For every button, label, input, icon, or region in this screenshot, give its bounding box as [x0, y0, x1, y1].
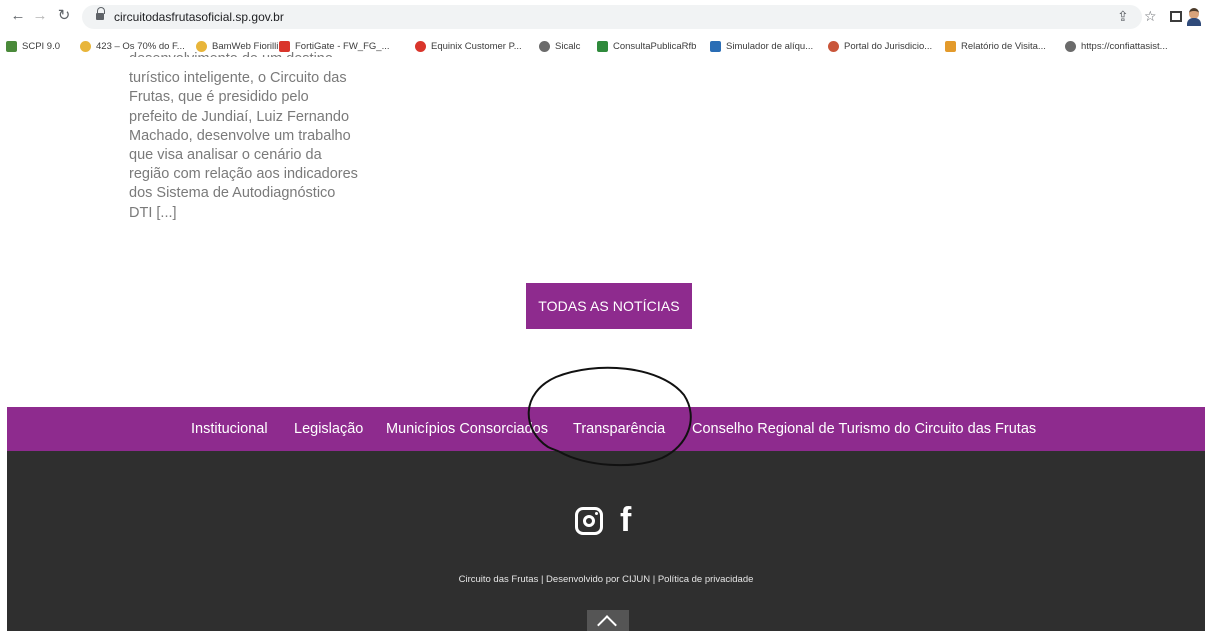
bookmark-item[interactable]: SCPI 9.0 [6, 38, 60, 54]
share-icon[interactable]: ⇪ [1117, 6, 1129, 26]
bookmark-item[interactable]: Relatório de Visita... [945, 38, 1046, 54]
footer-nav-legislacao[interactable]: Legislação [294, 421, 363, 437]
address-bar-row: ← → ↻ circuitodasfrutasoficial.sp.gov.br… [0, 0, 1205, 34]
instagram-icon[interactable] [575, 507, 603, 535]
back-arrow-icon[interactable]: ← [8, 6, 28, 26]
site-footer [7, 451, 1205, 631]
bookmark-favicon-icon [597, 40, 608, 52]
bookmark-favicon-icon [710, 40, 721, 52]
footer-nav-municipios[interactable]: Municípios Consorciados [386, 421, 548, 437]
forward-arrow-icon[interactable]: → [30, 6, 50, 26]
bookmark-favicon-icon [80, 40, 91, 52]
back-to-top-button[interactable] [587, 610, 629, 631]
news-excerpt: desenvolvimento de um destino turístico … [129, 51, 358, 221]
lock-icon [96, 7, 105, 21]
bookmark-favicon-icon [945, 40, 956, 52]
globe-icon [1065, 40, 1076, 52]
viewport-top-edge [0, 57, 1205, 64]
side-panel-icon[interactable] [1170, 11, 1182, 22]
footer-nav-bar: Institucional Legislação Municípios Cons… [7, 407, 1205, 451]
bookmark-item[interactable]: ConsultaPublicaRfb [597, 38, 696, 54]
bookmark-item[interactable]: Sicalc [539, 38, 580, 54]
footer-nav-transparencia[interactable]: Transparência [573, 421, 665, 437]
url-text: circuitodasfrutasoficial.sp.gov.br [114, 10, 284, 24]
globe-icon [539, 40, 550, 52]
bookmark-item[interactable]: Portal do Jurisdicio... [828, 38, 932, 54]
footer-nav-institucional[interactable]: Institucional [191, 421, 268, 437]
address-bar[interactable]: circuitodasfrutasoficial.sp.gov.br [82, 5, 1142, 29]
footer-nav-conselho[interactable]: Conselho Regional de Turismo do Circuito… [692, 421, 1036, 437]
all-news-button[interactable]: TODAS AS NOTÍCIAS [526, 283, 692, 329]
bookmark-favicon-icon [6, 40, 17, 52]
facebook-icon[interactable]: f [620, 502, 638, 538]
bookmark-favicon-icon [828, 40, 839, 52]
browser-chrome: ← → ↻ circuitodasfrutasoficial.sp.gov.br… [0, 0, 1205, 57]
profile-avatar-icon[interactable] [1186, 8, 1202, 26]
bookmark-item[interactable]: Simulador de alíqu... [710, 38, 813, 54]
bookmark-item[interactable]: https://confiattasist... [1065, 38, 1168, 54]
bookmark-favicon-icon [415, 40, 426, 52]
footer-credits: Circuito das Frutas | Desenvolvido por C… [458, 574, 754, 585]
bookmark-item[interactable]: Equinix Customer P... [415, 38, 522, 54]
bookmark-star-icon[interactable]: ☆ [1144, 6, 1157, 26]
reload-icon[interactable]: ↻ [54, 6, 74, 26]
